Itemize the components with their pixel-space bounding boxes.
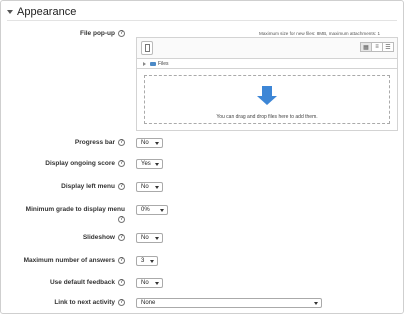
help-icon[interactable]: ? bbox=[118, 139, 125, 146]
settings-panel: Appearance File pop-up ? Maximum size fo… bbox=[0, 0, 404, 314]
help-icon[interactable]: ? bbox=[118, 216, 125, 223]
default-feedback-select[interactable]: No bbox=[136, 278, 163, 288]
expand-triangle-icon[interactable] bbox=[143, 61, 146, 66]
dropdown-arrow-icon bbox=[160, 209, 164, 212]
ongoing-score-select[interactable]: Yes bbox=[136, 159, 163, 169]
help-icon[interactable]: ? bbox=[118, 30, 125, 37]
add-file-button[interactable] bbox=[141, 41, 153, 55]
folder-icon bbox=[150, 61, 156, 66]
file-max-size-note: Maximum size for new files: 8MB, maximum… bbox=[259, 31, 381, 36]
dropdown-arrow-icon bbox=[155, 186, 159, 189]
dropdown-arrow-icon bbox=[155, 282, 159, 285]
left-menu-select[interactable]: No bbox=[136, 182, 163, 192]
path-label[interactable]: Files bbox=[158, 61, 169, 67]
collapse-caret-icon[interactable] bbox=[7, 10, 13, 14]
section-header-appearance[interactable]: Appearance bbox=[7, 5, 76, 19]
drop-instructions: You can drag and drop files here to add … bbox=[216, 114, 318, 120]
view-mode-group: ▦ ≡ ☰ bbox=[360, 42, 394, 52]
file-drop-area[interactable]: You can drag and drop files here to add … bbox=[136, 68, 398, 131]
help-icon[interactable]: ? bbox=[118, 257, 125, 264]
slideshow-select[interactable]: No bbox=[136, 233, 163, 243]
help-icon[interactable]: ? bbox=[118, 160, 125, 167]
ongoing-score-label: Display ongoing score ? bbox=[45, 160, 125, 167]
file-popup-label: File pop-up ? bbox=[79, 30, 125, 37]
next-activity-label: Link to next activity ? bbox=[54, 299, 125, 306]
dropdown-arrow-icon bbox=[314, 302, 318, 305]
section-title: Appearance bbox=[17, 6, 77, 18]
help-icon[interactable]: ? bbox=[118, 279, 125, 286]
min-grade-select[interactable]: 0% bbox=[136, 205, 168, 215]
dropdown-arrow-icon bbox=[155, 237, 159, 240]
file-icon bbox=[145, 44, 150, 52]
left-menu-label: Display left menu ? bbox=[61, 183, 125, 190]
filepicker-path: Files bbox=[136, 59, 398, 68]
download-arrow-icon bbox=[257, 86, 277, 108]
progress-bar-label: Progress bar ? bbox=[74, 139, 125, 146]
slideshow-label: Slideshow ? bbox=[82, 234, 125, 241]
max-answers-label: Maximum number of answers ? bbox=[23, 257, 125, 264]
help-icon[interactable]: ? bbox=[118, 234, 125, 241]
dropdown-arrow-icon bbox=[155, 163, 159, 166]
next-activity-select[interactable]: None bbox=[136, 298, 322, 308]
drop-zone[interactable]: You can drag and drop files here to add … bbox=[144, 75, 390, 124]
dropdown-arrow-icon bbox=[155, 142, 159, 145]
progress-bar-select[interactable]: No bbox=[136, 138, 163, 148]
max-answers-select[interactable]: 3 bbox=[136, 256, 158, 266]
help-icon[interactable]: ? bbox=[118, 299, 125, 306]
section-divider bbox=[7, 20, 397, 21]
view-tree-button[interactable]: ☰ bbox=[382, 42, 394, 52]
default-feedback-label: Use default feedback ? bbox=[49, 279, 125, 286]
min-grade-help-row: ? bbox=[115, 216, 125, 223]
dropdown-arrow-icon bbox=[150, 260, 154, 263]
filepicker-toolbar: ▦ ≡ ☰ bbox=[136, 37, 398, 59]
help-icon[interactable]: ? bbox=[118, 183, 125, 190]
min-grade-label: Minimum grade to display menu bbox=[25, 206, 125, 213]
